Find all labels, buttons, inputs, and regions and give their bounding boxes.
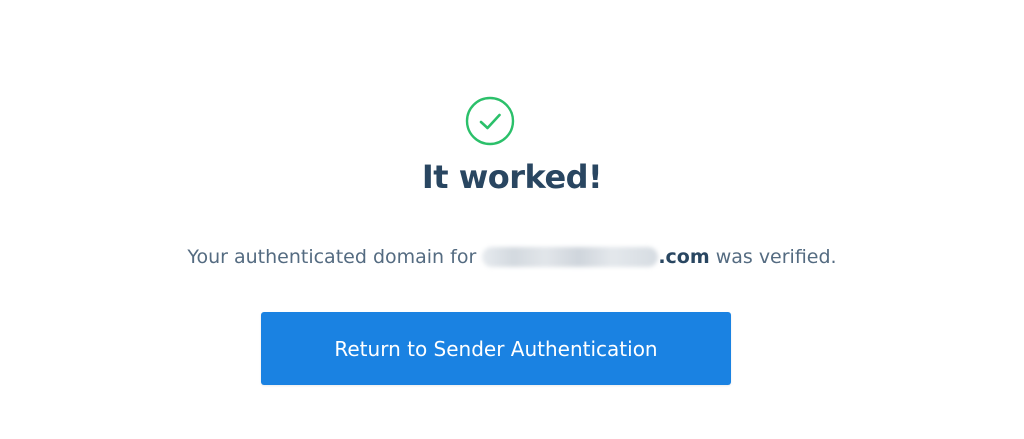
domain-suffix: .com	[658, 246, 710, 268]
message-suffix: was verified.	[709, 246, 837, 268]
check-circle-icon	[465, 96, 515, 146]
redacted-domain	[482, 247, 659, 267]
page-title: It worked!	[421, 158, 603, 196]
message-prefix: Your authenticated domain for	[187, 246, 483, 268]
verification-message: Your authenticated domain for .com was v…	[0, 240, 1024, 274]
verification-success-page: It worked! Your authenticated domain for…	[0, 0, 1024, 439]
return-to-sender-authentication-button[interactable]: Return to Sender Authentication	[261, 312, 731, 385]
